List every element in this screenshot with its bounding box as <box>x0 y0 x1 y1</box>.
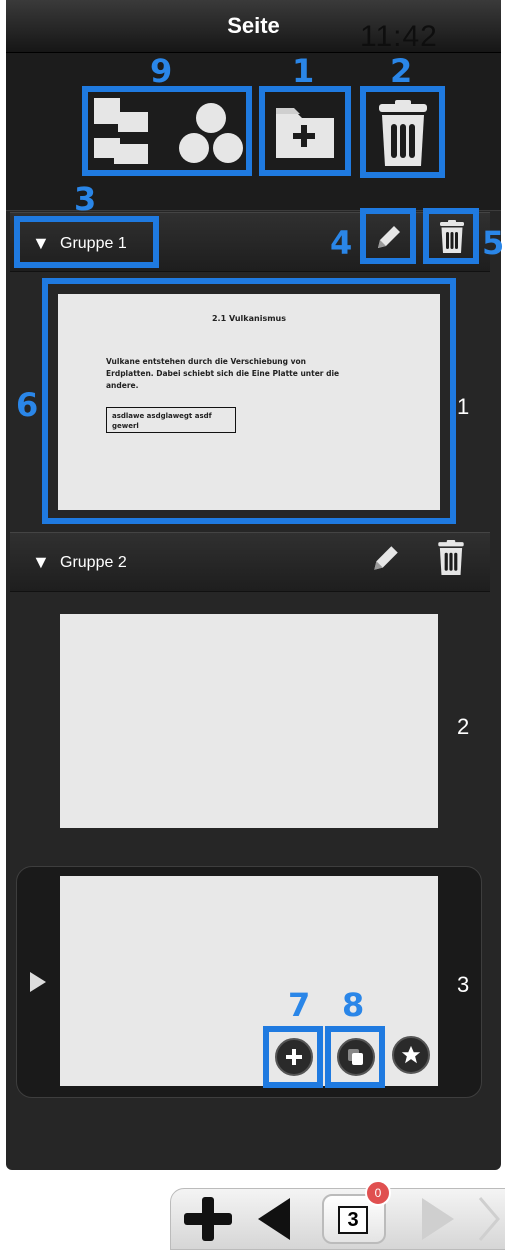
annotation-9: 9 <box>150 52 173 90</box>
copy-page-button[interactable] <box>325 1026 385 1088</box>
triangle-down-icon: ▼ <box>32 233 50 253</box>
favorite-page-button[interactable] <box>392 1036 430 1074</box>
page-counter: 3 <box>338 1206 368 1234</box>
annotation-4: 4 <box>330 224 353 262</box>
page-number-1: 1 <box>457 394 470 419</box>
shapes-icon <box>179 103 243 163</box>
group-label: Gruppe 2 <box>60 554 127 571</box>
page-preview-body: Vulkane entstehen durch die Verschiebung… <box>106 357 340 390</box>
folder-plus-icon <box>276 108 334 158</box>
plus-icon <box>275 1038 313 1076</box>
plus-icon[interactable] <box>182 1197 234 1241</box>
page-preview-textbox: asdlawe asdglawegt asdf gewerl <box>106 407 236 433</box>
page-number-3: 3 <box>457 972 470 997</box>
copy-icon <box>337 1038 375 1076</box>
page-number-2: 2 <box>457 714 470 739</box>
layout-icon <box>94 98 148 164</box>
new-group-button[interactable] <box>259 86 351 176</box>
title-text: Seite <box>227 13 280 38</box>
pencil-icon <box>374 546 398 570</box>
trash-icon <box>438 540 464 575</box>
previous-page-icon[interactable] <box>254 1196 294 1242</box>
pencil-icon <box>378 226 400 248</box>
next-page-icon[interactable] <box>418 1196 458 1242</box>
trash-icon <box>440 220 464 253</box>
annotation-8: 8 <box>342 986 365 1024</box>
chevron-right-icon[interactable] <box>476 1196 502 1242</box>
delete-group-button[interactable] <box>432 538 472 580</box>
clock-overlay: 11:42 <box>360 20 438 53</box>
annotation-6: 6 <box>16 386 39 424</box>
layout-shapes-button[interactable] <box>82 86 252 176</box>
triangle-right-icon <box>30 972 46 992</box>
notification-badge: 0 <box>365 1180 391 1206</box>
page-thumbnail-2[interactable] <box>60 614 438 828</box>
delete-button[interactable] <box>360 86 445 178</box>
rename-group-button[interactable] <box>368 540 408 580</box>
group-toggle-1[interactable]: ▼ Gruppe 1 <box>14 216 159 268</box>
annotation-5: 5 <box>482 224 505 262</box>
annotation-2: 2 <box>390 52 413 90</box>
add-page-button[interactable] <box>263 1026 323 1088</box>
group-toggle-2[interactable]: ▼ Gruppe 2 <box>14 534 159 586</box>
page-thumbnail-1[interactable]: 2.1 Vulkanismus Vulkane entstehen durch … <box>42 278 456 524</box>
page-preview: 2.1 Vulkanismus Vulkane entstehen durch … <box>58 294 440 510</box>
trash-icon <box>379 100 427 166</box>
group-label: Gruppe 1 <box>60 235 127 252</box>
rename-group-button[interactable] <box>360 208 416 264</box>
annotation-1: 1 <box>292 52 315 90</box>
triangle-down-icon: ▼ <box>32 552 50 572</box>
page-preview-title: 2.1 Vulkanismus <box>211 314 286 323</box>
delete-group-button[interactable] <box>423 208 479 264</box>
annotation-7: 7 <box>288 986 311 1024</box>
star-icon <box>401 1045 421 1064</box>
